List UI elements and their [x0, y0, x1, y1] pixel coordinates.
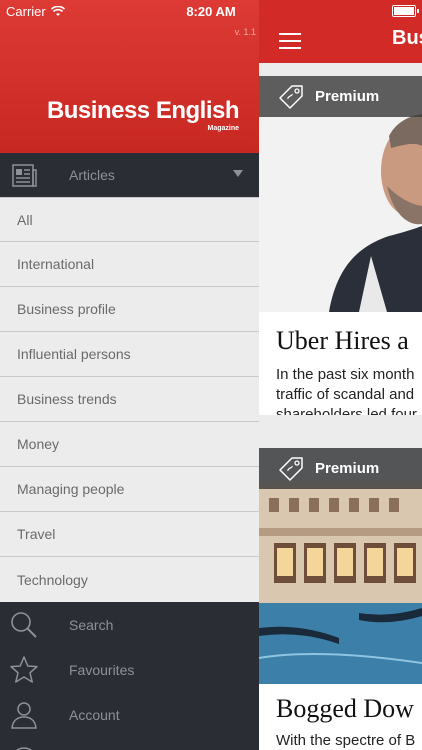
brand-logo-title: Business English: [46, 97, 240, 124]
star-icon: [10, 656, 38, 683]
article-card[interactable]: Premium Uber Hires a In the past six mon…: [259, 76, 422, 415]
tag-icon: [279, 85, 303, 109]
article-title: Uber Hires a: [276, 326, 409, 355]
category-item-managing-people[interactable]: Managing people: [0, 467, 259, 512]
category-item-technology[interactable]: Technology: [0, 557, 259, 602]
battery-icon: [392, 5, 419, 17]
category-item-money[interactable]: Money: [0, 422, 259, 467]
app-version: v. 1.1: [234, 27, 256, 37]
header-title: Bus: [392, 27, 422, 49]
status-time: 8:20 AM: [186, 4, 236, 19]
category-item-travel[interactable]: Travel: [0, 512, 259, 557]
premium-badge-label: Premium: [315, 460, 380, 477]
category-item-business-trends[interactable]: Business trends: [0, 377, 259, 422]
category-item-business-profile[interactable]: Business profile: [0, 287, 259, 332]
main-content: Bus Premium Uber Hires a In the: [259, 0, 422, 750]
brand-logo-subtitle: Magazine: [207, 125, 239, 132]
premium-badge: Premium: [259, 448, 422, 489]
article-excerpt-line: With the spectre of B: [276, 732, 416, 749]
chevron-down-icon: [233, 170, 243, 177]
article-card[interactable]: Premium Bogged Dow With the spectre of B: [259, 448, 422, 750]
newspaper-icon: [12, 164, 37, 187]
article-excerpt-line: In the past six month: [276, 366, 415, 383]
articles-section-toggle[interactable]: Articles: [0, 153, 259, 197]
menu-item-account[interactable]: Account: [0, 692, 259, 737]
menu-item-account-label: Account: [69, 707, 120, 723]
app-screen: Carrier 8:20 AM v. 1.1 Business English …: [0, 0, 422, 750]
side-drawer: v. 1.1 Business English Magazine Article…: [0, 0, 259, 750]
user-icon: [11, 702, 37, 729]
premium-badge: Premium: [259, 76, 422, 117]
search-icon: [11, 612, 37, 638]
status-bar: Carrier 8:20 AM: [0, 0, 422, 22]
article-title: Bogged Dow: [276, 694, 414, 723]
menu-item-partial[interactable]: [0, 737, 259, 750]
article-excerpt-line: traffic of scandal and: [276, 386, 415, 403]
category-item-all[interactable]: All: [0, 197, 259, 242]
category-list: All International Business profile Influ…: [0, 197, 259, 602]
category-item-international[interactable]: International: [0, 242, 259, 287]
menu-item-favourites[interactable]: Favourites: [0, 647, 259, 692]
drawer-brand-header: v. 1.1 Business English Magazine: [0, 0, 259, 153]
menu-item-search-label: Search: [69, 617, 114, 633]
category-item-influential-persons[interactable]: Influential persons: [0, 332, 259, 377]
tag-icon: [279, 457, 303, 481]
premium-badge-label: Premium: [315, 88, 380, 105]
articles-section-label: Articles: [69, 167, 115, 183]
hamburger-menu-icon[interactable]: [279, 33, 301, 49]
menu-item-favourites-label: Favourites: [69, 662, 135, 678]
info-icon: [16, 747, 32, 750]
menu-item-search[interactable]: Search: [0, 602, 259, 647]
article-excerpt-line: shareholders led four: [276, 406, 417, 415]
